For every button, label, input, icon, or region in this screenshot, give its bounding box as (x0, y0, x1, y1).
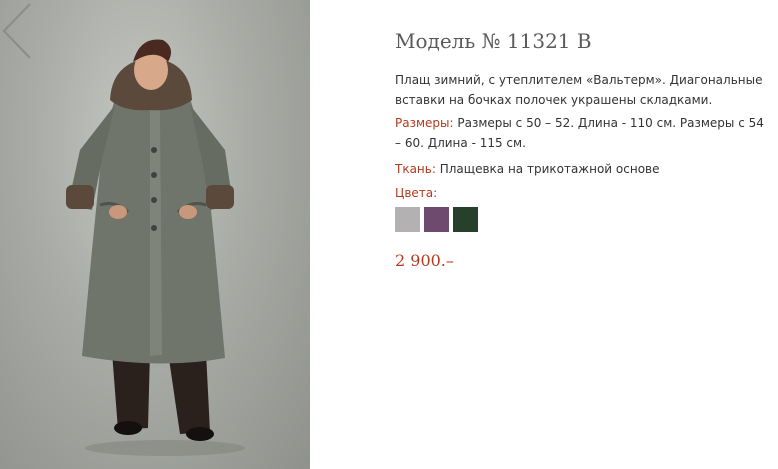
product-description: Плащ зимний, с утеплителем «Вальтерм». Д… (395, 73, 763, 107)
color-swatch-purple[interactable] (424, 207, 449, 232)
fabric-value: Плащевка на трикотажной основе (435, 162, 660, 176)
product-fabric: Ткань: Плащевка на трикотажной основе (395, 159, 660, 179)
product-price: 2 900.– (395, 251, 454, 270)
colors-label: Цвета: (395, 186, 438, 200)
model-figure-illustration (66, 39, 245, 456)
color-swatches (395, 207, 478, 232)
product-photo (0, 0, 310, 469)
chevron-left-icon[interactable] (0, 0, 34, 62)
fabric-label: Ткань: (395, 162, 436, 176)
product-sizes: Размеры: Размеры с 50 – 52. Длина - 110 … (395, 113, 767, 153)
sizes-label: Размеры: (395, 116, 454, 130)
product-title: Модель № 11321 В (395, 29, 592, 53)
color-swatch-dark-green[interactable] (453, 207, 478, 232)
color-swatch-light-gray[interactable] (395, 207, 420, 232)
